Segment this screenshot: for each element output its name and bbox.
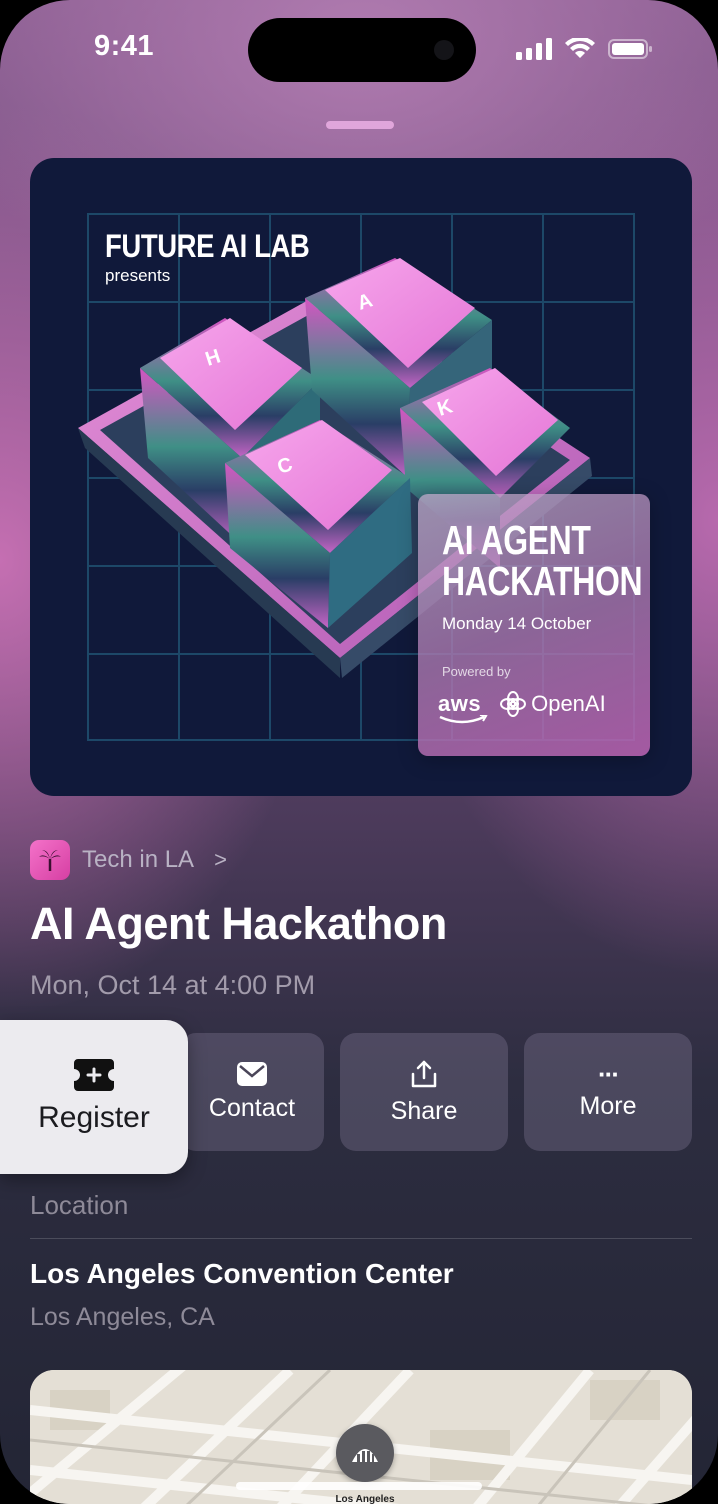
palm-tree-icon (30, 840, 70, 880)
poster-title: AI AGENT HACKATHON (442, 517, 643, 604)
status-icons (516, 34, 654, 64)
organizer-name: Tech in LA (82, 846, 195, 873)
venue-name[interactable]: Los Angeles Convention Center (30, 1258, 454, 1290)
poster-title-card: AI AGENT HACKATHON Monday 14 October Pow… (418, 494, 650, 756)
map-pin-icon[interactable] (336, 1424, 394, 1482)
venue-city: Los Angeles, CA (30, 1303, 215, 1331)
wifi-icon (565, 38, 595, 58)
share-label: Share (390, 1096, 458, 1125)
powered-by-label: Powered by (442, 664, 511, 679)
dynamic-island (248, 18, 476, 82)
map-pin-label: Los Angeles (335, 1494, 395, 1504)
more-label: More (579, 1091, 637, 1120)
sheet-grabber[interactable] (326, 121, 394, 129)
event-title: AI Agent Hackathon (30, 898, 447, 949)
home-indicator[interactable] (236, 1482, 482, 1490)
battery-icon (608, 39, 652, 59)
register-button[interactable]: Register (0, 1020, 188, 1174)
ticket-plus-icon (74, 1059, 114, 1091)
organizer-link[interactable]: Tech in LA > (30, 840, 227, 880)
sponsor-logos: aws OpenAI (438, 690, 606, 724)
event-detail-screen: 9:41 FUTURE AI LAB presents H A K C AI A… (0, 0, 718, 1504)
chevron-right-icon: > (214, 847, 227, 872)
status-time: 9:41 (94, 30, 155, 62)
location-header: Location (30, 1190, 129, 1220)
openai-icon (500, 691, 527, 717)
poster-date: Monday 14 October (442, 614, 592, 633)
openai-logo: OpenAI (499, 690, 606, 718)
contact-label: Contact (208, 1093, 296, 1122)
event-datetime: Mon, Oct 14 at 4:00 PM (30, 970, 316, 1000)
more-button[interactable]: ··· More (524, 1033, 692, 1151)
divider (30, 1238, 692, 1239)
share-icon (411, 1060, 437, 1087)
ellipsis-icon: ··· (598, 1058, 620, 1089)
camera-icon (434, 40, 454, 60)
share-button[interactable]: Share (340, 1033, 508, 1151)
contact-button[interactable]: Contact (180, 1033, 324, 1151)
register-label: Register (38, 1101, 150, 1134)
aws-logo: aws (438, 691, 488, 724)
envelope-icon (237, 1061, 267, 1086)
event-poster: FUTURE AI LAB presents H A K C AI AGENT … (30, 158, 692, 796)
cellular-signal-icon (516, 38, 552, 60)
